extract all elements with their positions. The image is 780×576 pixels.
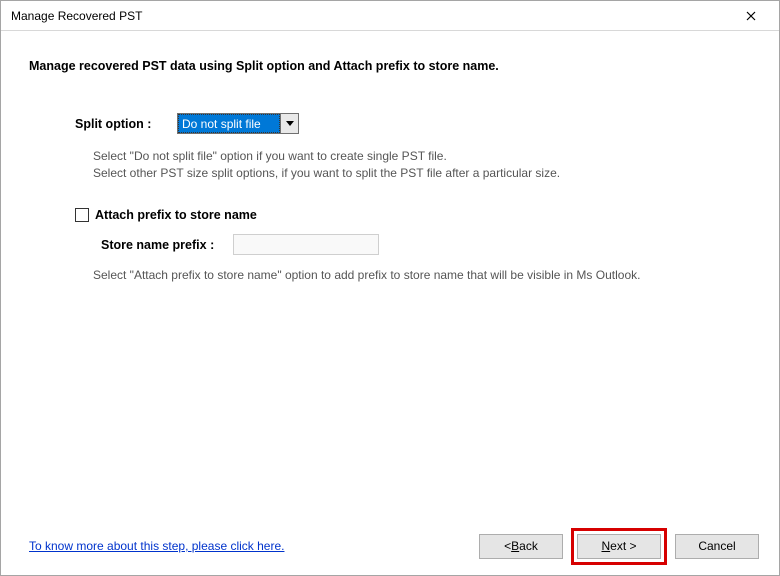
back-button[interactable]: < Back <box>479 534 563 559</box>
split-help-text: Select "Do not split file" option if you… <box>93 148 717 182</box>
next-highlight: Next > <box>571 528 667 565</box>
split-row: Split option : Do not split file <box>75 113 717 134</box>
split-help-line1: Select "Do not split file" option if you… <box>93 148 717 165</box>
prefix-input-label: Store name prefix : <box>101 238 233 252</box>
prefix-check-row: Attach prefix to store name <box>75 208 717 222</box>
prefix-input-row: Store name prefix : <box>101 234 717 255</box>
help-link[interactable]: To know more about this step, please cli… <box>29 539 471 553</box>
page-heading: Manage recovered PST data using Split op… <box>29 59 757 73</box>
window-title: Manage Recovered PST <box>11 9 731 23</box>
next-button[interactable]: Next > <box>577 534 661 559</box>
prefix-help-text: Select "Attach prefix to store name" opt… <box>93 267 717 284</box>
dialog-window: Manage Recovered PST Manage recovered PS… <box>0 0 780 576</box>
split-label: Split option : <box>75 117 177 131</box>
cancel-button[interactable]: Cancel <box>675 534 759 559</box>
prefix-input[interactable] <box>233 234 379 255</box>
close-icon <box>746 11 756 21</box>
footer: To know more about this step, please cli… <box>1 517 779 575</box>
split-section: Split option : Do not split file Select … <box>75 113 717 284</box>
titlebar: Manage Recovered PST <box>1 1 779 31</box>
content-area: Manage recovered PST data using Split op… <box>1 31 779 517</box>
split-help-line2: Select other PST size split options, if … <box>93 165 717 182</box>
split-selected-value: Do not split file <box>178 114 280 133</box>
prefix-check-label: Attach prefix to store name <box>95 208 257 222</box>
close-button[interactable] <box>731 2 771 30</box>
prefix-checkbox[interactable] <box>75 208 89 222</box>
chevron-down-icon <box>286 121 294 127</box>
dropdown-button[interactable] <box>280 114 298 133</box>
split-dropdown[interactable]: Do not split file <box>177 113 299 134</box>
